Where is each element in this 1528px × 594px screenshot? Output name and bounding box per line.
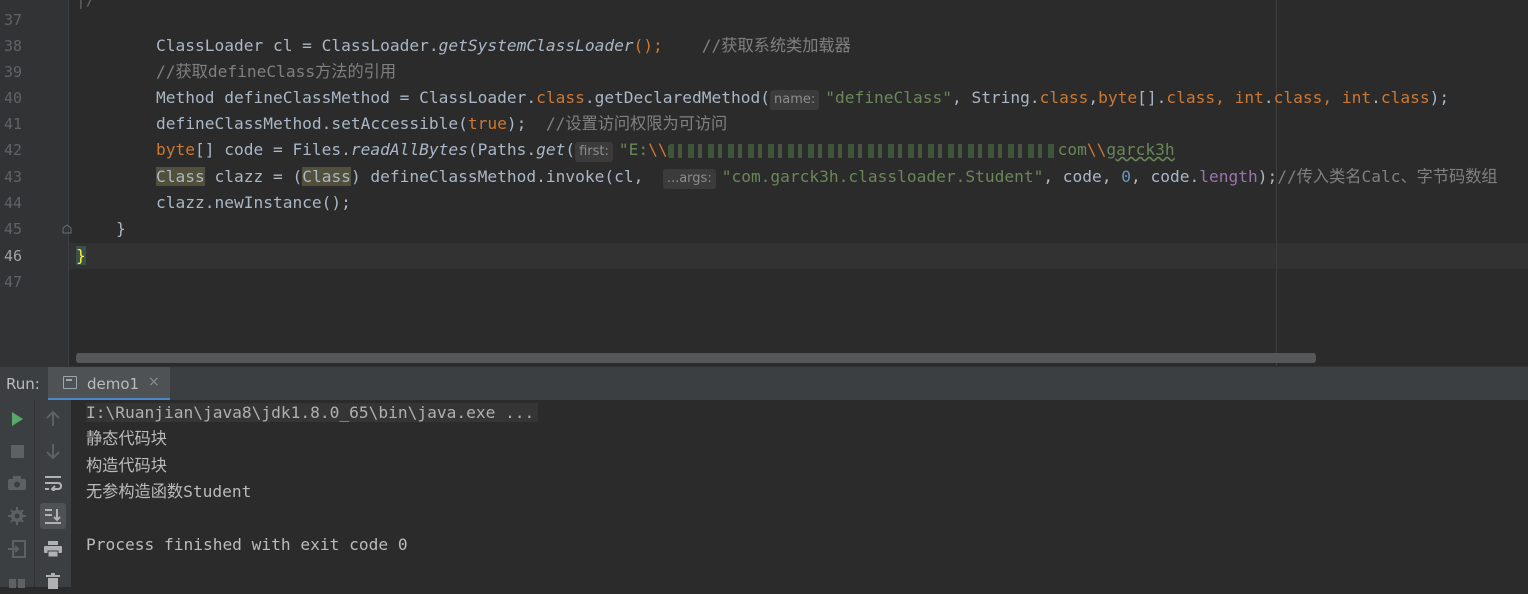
line-number: 40 <box>3 89 22 107</box>
line-number: 37 <box>3 11 22 29</box>
run-tool-window-header: Run: demo1 × <box>0 366 1528 401</box>
fold-marker-icon[interactable] <box>62 224 72 234</box>
line-number: 43 <box>3 168 22 186</box>
code-line-43: Class clazz = (Class) defineClassMethod.… <box>156 164 1498 190</box>
camera-icon <box>8 476 26 490</box>
code-line-37: |/ <box>76 0 96 13</box>
line-number: 39 <box>3 63 22 81</box>
scroll-to-end-button[interactable] <box>40 503 66 529</box>
line-number: 38 <box>3 37 22 55</box>
line-number: 44 <box>3 194 22 212</box>
layout-icon <box>9 579 25 588</box>
gutter-separator <box>68 0 69 366</box>
line-number: 42 <box>3 141 22 159</box>
line-number: 45 <box>3 220 22 238</box>
exit-button[interactable] <box>4 536 30 562</box>
console-line: Process finished with exit code 0 <box>86 535 408 554</box>
code-line-45: } <box>116 219 126 238</box>
scroll-up-button[interactable] <box>40 406 66 432</box>
stop-icon <box>10 444 24 458</box>
console-line: I:\Ruanjian\java8\jdk1.8.0_65\bin\java.e… <box>86 400 539 426</box>
current-line-highlight <box>69 243 1528 269</box>
arrow-down-icon <box>46 444 60 459</box>
scroll-to-end-icon <box>45 509 61 524</box>
console-line: 静态代码块 <box>86 429 167 448</box>
play-icon <box>12 412 23 426</box>
code-line-46: } <box>76 246 86 265</box>
run-toolbar-primary <box>0 400 34 588</box>
redacted-path <box>667 143 1058 158</box>
code-line-38: ClassLoader cl = ClassLoader.getSystemCl… <box>156 36 851 55</box>
rerun-button[interactable] <box>4 406 30 432</box>
print-button[interactable] <box>40 536 66 562</box>
soft-wrap-icon <box>45 476 62 491</box>
run-label: Run: <box>6 375 40 393</box>
arrow-up-icon <box>46 411 60 426</box>
line-number: 41 <box>3 115 22 133</box>
clear-all-button[interactable] <box>40 568 66 594</box>
code-line-41: defineClassMethod.setAccessible(true); /… <box>156 114 728 133</box>
scroll-down-button[interactable] <box>40 438 66 464</box>
code-line-44: clazz.newInstance(); <box>156 193 351 212</box>
console-output[interactable]: I:\Ruanjian\java8\jdk1.8.0_65\bin\java.e… <box>0 400 1528 587</box>
exit-icon <box>8 540 26 558</box>
code-editor[interactable]: 37 38 39 40 41 42 43 44 45 46 47 |/ Clas… <box>0 0 1528 366</box>
printer-icon <box>44 541 62 557</box>
param-hint: first: <box>575 142 613 162</box>
close-tab-icon[interactable]: × <box>148 374 160 390</box>
run-tab-label: demo1 <box>87 375 140 393</box>
run-toolbar-secondary <box>34 400 71 589</box>
code-line-40: Method defineClassMethod = ClassLoader.c… <box>156 85 1449 111</box>
line-number: 47 <box>3 273 22 291</box>
code-line-39: //获取defineClass方法的引用 <box>156 62 397 81</box>
param-hint: ...args: <box>662 169 716 189</box>
horizontal-scrollbar[interactable] <box>76 353 1316 363</box>
console-icon <box>63 376 77 389</box>
param-hint: name: <box>770 90 820 110</box>
console-line: 无参构造函数Student <box>86 482 252 501</box>
soft-wrap-button[interactable] <box>40 470 66 496</box>
code-line-42: byte[] code = Files.readAllBytes(Paths.g… <box>156 137 1175 163</box>
bug-gear-icon <box>8 507 26 525</box>
console-line: 构造代码块 <box>86 456 167 475</box>
line-number-current: 46 <box>3 247 22 265</box>
stop-button[interactable] <box>4 438 30 464</box>
dump-threads-button[interactable] <box>4 470 30 496</box>
debug-settings-button[interactable] <box>4 503 30 529</box>
layout-button[interactable] <box>4 568 30 594</box>
